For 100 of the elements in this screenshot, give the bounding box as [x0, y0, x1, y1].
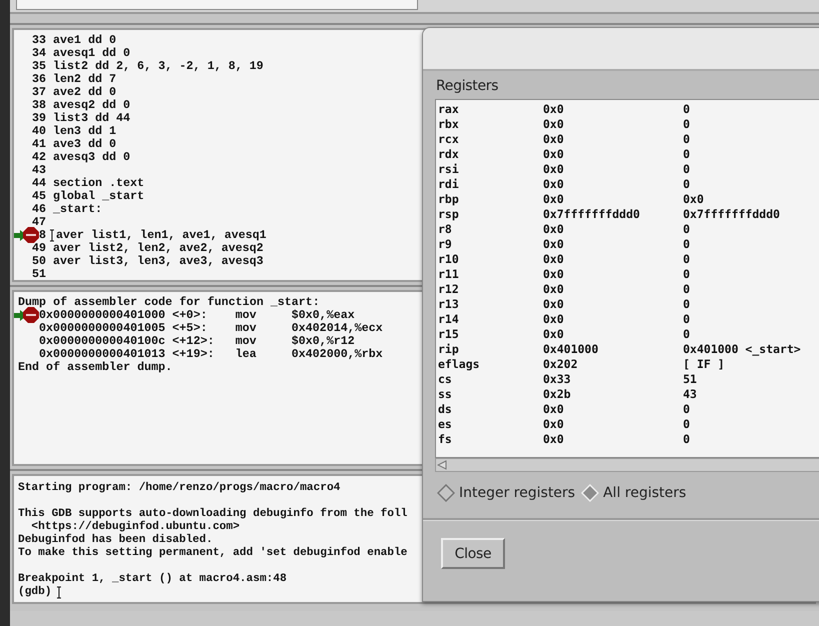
register-value: 0 — [683, 147, 690, 162]
register-hex: 0x0 — [543, 147, 565, 162]
register-name: r12 — [438, 282, 460, 297]
code-line: list2 dd 2, 6, 3, -2, 1, 8, 19 — [53, 60, 264, 73]
register-value: 0 — [683, 252, 690, 267]
register-name: rip — [438, 342, 460, 357]
register-name: r11 — [438, 267, 460, 282]
register-name: r15 — [438, 327, 460, 342]
scrollbar[interactable] — [435, 458, 819, 472]
code-line: global _start — [53, 190, 144, 203]
register-value: 0 — [683, 432, 690, 447]
register-name: rbp — [438, 192, 460, 207]
register-hex: 0x0 — [543, 252, 565, 267]
register-name: r10 — [438, 252, 460, 267]
line-number: 51 — [32, 268, 46, 280]
line-number: 50 — [32, 255, 46, 268]
code-line: _start: — [53, 203, 102, 216]
console-line: <https://debuginfod.ubuntu.com> — [30, 521, 240, 534]
register-value: 0 — [683, 132, 690, 147]
code-line: avesq2 dd 0 — [53, 99, 130, 112]
register-value: 0x401000 <_start> — [683, 342, 801, 357]
offset: <+12>: — [172, 335, 214, 348]
console-line: Debuginfod has been disabled. — [18, 534, 213, 546]
line-number: 44 — [32, 177, 46, 190]
console-line: Breakpoint 1, _start () at macro4.asm:48 — [18, 573, 287, 586]
register-name: ds — [438, 402, 453, 417]
register-hex: 0x0 — [543, 117, 565, 132]
register-value: 0 — [683, 417, 690, 432]
line-number: 40 — [32, 125, 46, 138]
text-cursor-icon — [49, 229, 56, 242]
code-line: section .text — [53, 177, 144, 190]
pane-separator[interactable] — [10, 14, 819, 25]
register-hex: 0x0 — [543, 402, 565, 417]
register-hex: 0x0 — [543, 282, 565, 297]
close-button[interactable]: Close — [441, 538, 505, 569]
instruction: mov — [235, 322, 258, 335]
register-name: r8 — [438, 222, 453, 237]
register-value: 0 — [683, 237, 690, 252]
register-hex: 0x0 — [543, 312, 565, 327]
register-value: 0 — [683, 297, 690, 312]
address: 0x000000000040100c — [39, 335, 166, 348]
header-text: Dump of assembler code for function _start: — [18, 296, 320, 309]
code-line: ave1 dd 0 — [53, 34, 116, 47]
instruction: mov — [235, 335, 258, 348]
register-name: r13 — [438, 297, 460, 312]
line-number: 33 — [32, 34, 46, 47]
code-line: avesq1 dd 0 — [53, 47, 130, 60]
line-number: 47 — [32, 216, 46, 229]
register-hex: 0x0 — [543, 222, 565, 237]
register-value: 0 — [683, 102, 690, 117]
line-number: 35 — [32, 60, 46, 73]
line-number: 8 — [38, 229, 46, 242]
console-line: To make this setting permanent, add 'set debuginfod enable — [18, 547, 408, 560]
register-hex: 0x0 — [543, 177, 565, 192]
register-name: r14 — [438, 312, 460, 327]
line-number: 41 — [32, 138, 46, 151]
register-hex: 0x0 — [543, 237, 565, 252]
register-value: 0 — [683, 222, 690, 237]
line-number: 34 — [32, 47, 46, 60]
line-number: 37 — [32, 86, 46, 99]
line-number: 39 — [32, 112, 46, 125]
register-hex: 0x33 — [543, 372, 572, 387]
code-line: aver list3, len3, ave3, avesq3 — [53, 255, 264, 268]
register-name: r9 — [438, 237, 453, 252]
register-name: rsp — [438, 207, 460, 222]
register-value: 0x7fffffffddd0 — [683, 207, 780, 222]
address: 0x0000000000401005 — [39, 322, 166, 335]
input-field[interactable] — [16, 0, 418, 10]
register-name: cs — [438, 372, 453, 387]
register-value: 0 — [683, 312, 690, 327]
register-name: rsi — [438, 162, 460, 177]
stop-sign-icon[interactable] — [23, 307, 39, 323]
register-value: [ IF ] — [683, 357, 725, 372]
line-number: 36 — [32, 73, 46, 86]
register-hex: 0x0 — [543, 432, 565, 447]
register-name: rcx — [438, 132, 460, 147]
register-name: ss — [438, 387, 453, 402]
text-cursor-icon — [56, 586, 63, 599]
register-value: 51 — [683, 372, 697, 387]
code-line: aver list1, len1, ave1, avesq1 — [56, 229, 266, 242]
line-number: 46 — [32, 203, 46, 216]
line-number: 38 — [32, 99, 46, 112]
left-arrow-icon[interactable] — [437, 460, 447, 470]
console-line: (gdb) — [18, 586, 52, 599]
register-hex: 0x0 — [543, 192, 565, 207]
code-line: ave2 dd 0 — [53, 86, 116, 99]
register-hex: 0x0 — [543, 327, 565, 342]
stop-sign-icon[interactable] — [23, 227, 39, 243]
operands: $0x0,%eax — [292, 309, 355, 322]
register-value: 0 — [683, 162, 690, 177]
register-hex: 0x401000 — [543, 342, 600, 357]
console-line: Starting program: /home/renzo/progs/macro/macro4 — [18, 482, 340, 495]
register-hex: 0x0 — [543, 297, 565, 312]
radio-option[interactable]: Integer registers — [437, 484, 576, 502]
register-name: rdi — [438, 177, 460, 192]
radio-option[interactable]: All registers — [581, 484, 686, 502]
register-value: 43 — [683, 387, 697, 402]
address: 0x0000000000401000 — [39, 309, 166, 322]
register-hex: 0x7fffffffddd0 — [543, 207, 641, 222]
operands: 0x402014,%ecx — [292, 322, 383, 335]
